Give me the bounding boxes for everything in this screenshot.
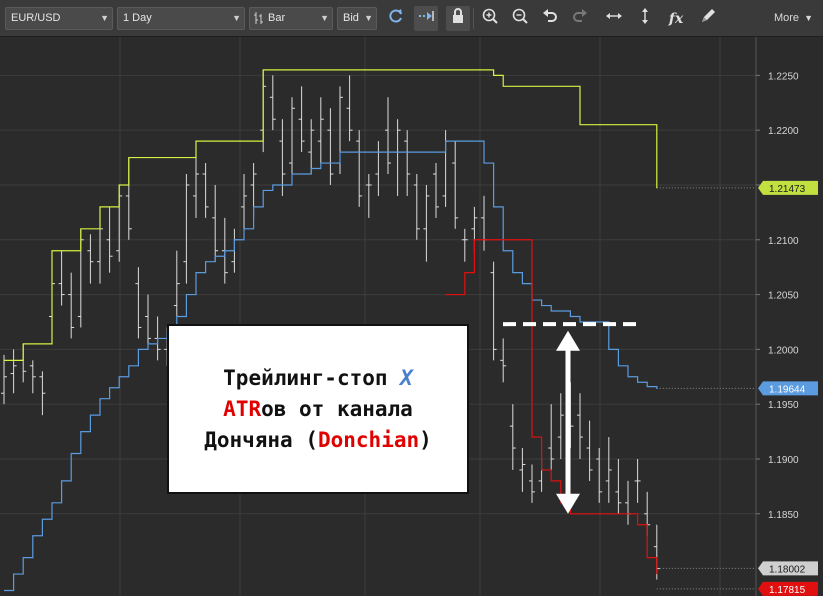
annotation-line-3: Дончяна (Donchian) — [204, 425, 432, 456]
zoom-in-icon — [481, 7, 499, 30]
symbol-select[interactable]: EUR/USD ▼ — [5, 7, 113, 30]
price-tag-label: 1.17815 — [769, 585, 806, 596]
indicators-button[interactable]: fx — [664, 6, 688, 31]
price-type-label: Bid — [343, 12, 359, 24]
auto-scroll-icon — [417, 7, 435, 30]
vertical-fit-icon — [636, 7, 654, 30]
refresh-icon — [387, 7, 405, 30]
more-button[interactable]: More ▼ — [768, 7, 817, 30]
redo-button[interactable] — [568, 6, 592, 31]
horizontal-fit-button[interactable] — [602, 6, 626, 31]
redo-icon — [571, 7, 589, 30]
price-tag: 1.18002 — [758, 561, 818, 576]
auto-scroll-button[interactable] — [414, 6, 438, 31]
timeframe-label: 1 Day — [123, 12, 152, 24]
undo-button[interactable] — [538, 6, 562, 31]
toolbar-divider — [473, 8, 474, 29]
annotation-text: ов от канала — [261, 396, 413, 421]
refresh-button[interactable] — [384, 6, 408, 31]
annotation-atr: ATR — [223, 396, 262, 421]
price-tick-label: 1.2250 — [768, 71, 799, 82]
annotation-donchian: Donchian — [317, 427, 420, 452]
chart-type-label: Bar — [268, 12, 286, 24]
indicators-fx-icon: fx — [668, 10, 684, 27]
zoom-in-button[interactable] — [478, 6, 502, 31]
price-tag: 1.17815 — [758, 581, 818, 596]
lock-button[interactable] — [446, 6, 470, 31]
more-label: More — [773, 12, 799, 24]
price-tag: 1.19644 — [758, 381, 818, 396]
draw-pencil-icon — [699, 7, 717, 30]
price-tag-label: 1.19644 — [769, 384, 806, 395]
price-tag-label: 1.21473 — [769, 184, 806, 195]
chart-type-select[interactable]: Bar ▼ — [249, 7, 333, 30]
undo-icon — [541, 7, 559, 30]
zoom-out-button[interactable] — [508, 6, 532, 31]
zoom-out-icon — [511, 7, 529, 30]
lock-icon — [449, 7, 467, 30]
price-tick-label: 1.1850 — [768, 510, 799, 521]
price-tag: 1.21473 — [758, 180, 818, 195]
chevron-down-icon: ▼ — [232, 13, 241, 23]
annotation-text: Трейлинг-стоп — [223, 365, 401, 390]
symbol-label: EUR/USD — [11, 12, 61, 24]
chart-background — [0, 37, 823, 596]
horizontal-fit-icon — [605, 7, 623, 30]
annotation-line-2: ATRов от канала — [223, 394, 413, 425]
chevron-down-icon: ▼ — [100, 13, 109, 23]
chevron-down-icon: ▼ — [804, 13, 813, 23]
price-tick-label: 1.2000 — [768, 345, 799, 356]
price-tick-label: 1.2100 — [768, 236, 799, 247]
price-chart[interactable]: 1.22501.22001.21501.21001.20501.20001.19… — [0, 37, 823, 596]
bar-chart-icon — [254, 11, 264, 25]
chevron-down-icon: ▼ — [320, 13, 329, 23]
draw-button[interactable] — [696, 6, 720, 31]
annotation-text: ) — [419, 427, 432, 452]
annotation-box: Трейлинг-стоп X ATRов от канала Дончяна … — [167, 324, 469, 494]
annotation-line-1: Трейлинг-стоп X — [223, 363, 413, 394]
chevron-down-icon: ▼ — [364, 13, 373, 23]
price-tick-label: 1.1900 — [768, 455, 799, 466]
chart-toolbar: EUR/USD ▼ 1 Day ▼ Bar ▼ Bid ▼ fx More ▼ — [0, 0, 823, 37]
price-tick-label: 1.1950 — [768, 400, 799, 411]
annotation-text: Дончяна ( — [204, 427, 318, 452]
price-tag-label: 1.18002 — [769, 564, 806, 575]
timeframe-select[interactable]: 1 Day ▼ — [117, 7, 245, 30]
price-type-select[interactable]: Bid ▼ — [337, 7, 377, 30]
price-tick-label: 1.2200 — [768, 126, 799, 137]
vertical-fit-button[interactable] — [633, 6, 657, 31]
annotation-x: X — [400, 365, 413, 390]
price-tick-label: 1.2050 — [768, 291, 799, 302]
